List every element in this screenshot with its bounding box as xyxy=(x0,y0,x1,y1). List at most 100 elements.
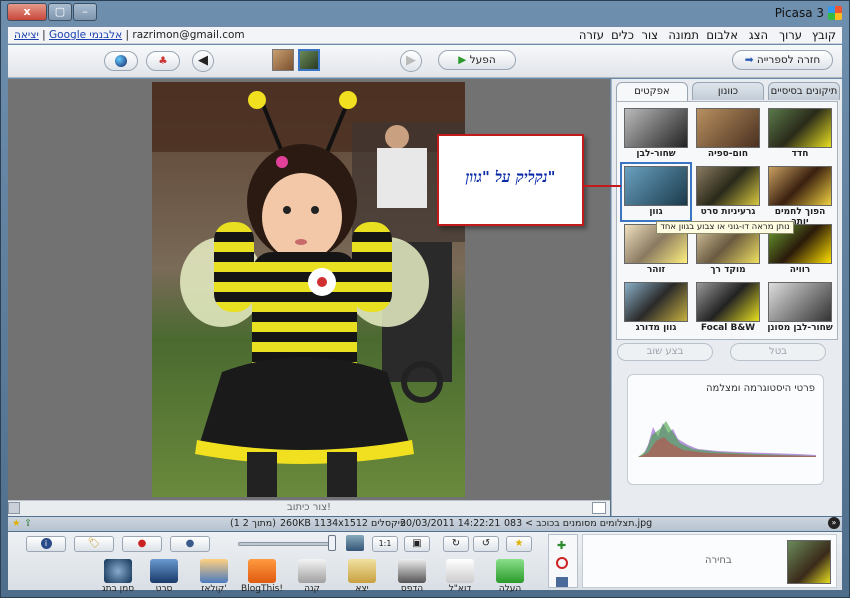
effect-label: זוהר xyxy=(646,265,666,275)
zoom-slider-handle[interactable] xyxy=(328,535,336,551)
friends-button[interactable]: ♣ xyxy=(146,51,180,71)
undo-effect-button[interactable]: בטל xyxy=(730,343,826,361)
print-icon xyxy=(398,559,426,583)
tool-label: הדפס xyxy=(400,584,424,594)
effect-thumbnail xyxy=(768,282,832,322)
google-albums-link[interactable]: Google אלבנמי xyxy=(49,29,122,41)
minimize-window-button[interactable]: – xyxy=(73,3,97,21)
tool-blogger-button[interactable]: BlogThis! xyxy=(240,559,284,594)
info-button[interactable]: i xyxy=(26,536,66,552)
map-pin-icon: ● xyxy=(137,538,147,549)
arrow-right-blue-icon: ➡ xyxy=(744,54,754,66)
tool-upload-button[interactable]: העלה xyxy=(488,559,532,594)
globe-button[interactable] xyxy=(104,51,138,71)
effect-label: מוקד רך xyxy=(710,265,746,275)
tool-movie-button[interactable]: סרט xyxy=(142,559,186,594)
tool-email-button[interactable]: דוא"ל xyxy=(438,559,482,594)
places-button[interactable]: ● xyxy=(122,536,162,552)
fit-button[interactable]: ▣ xyxy=(404,536,430,552)
tool-geotag-button[interactable]: סמן בתג xyxy=(96,559,140,594)
actual-size-button[interactable]: 1:1 xyxy=(372,536,398,552)
histogram-chart xyxy=(638,421,816,457)
rotate-left-button[interactable]: ↺ xyxy=(473,536,499,552)
close-window-button[interactable]: x xyxy=(7,3,47,21)
effect-bw[interactable]: שחור-לבן xyxy=(622,106,690,162)
menu-image[interactable]: תמונה xyxy=(668,28,699,42)
effect-focalbw[interactable]: Focal B&W xyxy=(694,280,762,336)
tab-basic-fixes[interactable]: תיקונים בסיסיים xyxy=(768,82,840,100)
effect-gradtint[interactable]: גוון מדורג xyxy=(622,280,690,336)
play-icon: ▶ xyxy=(458,54,467,66)
picasa-logo-icon xyxy=(828,6,842,20)
status-bar: ★ ⇪ (1 מתוך 2) 260KB 1134x1512 פיקסלים 2… xyxy=(8,517,842,531)
maximize-window-button[interactable]: ▢ xyxy=(48,3,72,21)
play-slideshow-button[interactable]: ▶ הפעל xyxy=(438,50,516,70)
status-datetime: 20/03/2011 14:22:21 xyxy=(400,518,501,529)
thumbnail-current[interactable] xyxy=(298,49,320,71)
tool-label: סמן בתג xyxy=(101,584,135,594)
effect-sharpen[interactable]: חדד xyxy=(766,106,834,162)
tool-label: קולאז' xyxy=(201,584,227,594)
person-icon: ● xyxy=(185,538,195,549)
tool-collage-button[interactable]: קולאז' xyxy=(192,559,236,594)
export-icon xyxy=(348,559,376,583)
tool-print-button[interactable]: הדפס xyxy=(390,559,434,594)
selection-thumbnail[interactable] xyxy=(787,540,831,584)
tags-button[interactable]: 🏷 xyxy=(74,536,114,552)
effect-thumbnail xyxy=(768,108,832,148)
star-outline-icon: ★ xyxy=(514,538,524,549)
expand-tray-icon[interactable]: » xyxy=(828,517,840,529)
separator: | xyxy=(42,29,50,41)
tool-export-button[interactable]: יצא xyxy=(340,559,384,594)
main-photo[interactable] xyxy=(152,82,465,497)
selection-controls: ✚ xyxy=(548,534,578,588)
zoom-slider[interactable] xyxy=(238,542,336,546)
caption-input[interactable]: צור כיתוב! xyxy=(8,502,610,513)
menu-edit[interactable]: ערוך xyxy=(779,28,802,42)
previous-photo-button[interactable]: ◀ xyxy=(192,50,214,72)
menu-file[interactable]: קובץ xyxy=(812,28,836,42)
exit-link[interactable]: יציאה xyxy=(14,29,39,41)
email-icon xyxy=(446,559,474,583)
effect-grain[interactable]: גרעיניות סרט xyxy=(694,164,762,220)
menu-tools[interactable]: כלים xyxy=(611,28,634,42)
people-button[interactable]: ● xyxy=(170,536,210,552)
menu-album[interactable]: אלבום xyxy=(706,28,738,42)
effect-thumbnail xyxy=(696,166,760,206)
status-path: תצלומים מסומנים בכוכב > 083.jpg xyxy=(504,518,653,529)
tab-tuning[interactable]: כוונון xyxy=(692,82,764,100)
effect-tint[interactable]: גוון xyxy=(620,162,692,222)
thumbnail-prev[interactable] xyxy=(272,49,294,71)
pin-icon[interactable]: ✚ xyxy=(557,539,566,552)
menu-create[interactable]: צור xyxy=(642,28,658,42)
zoom-image-icon[interactable] xyxy=(346,535,364,551)
globe-icon xyxy=(115,55,127,67)
tool-shop-button[interactable]: קנה xyxy=(290,559,334,594)
tab-effects[interactable]: אפקטים xyxy=(616,82,688,102)
play-label: הפעל xyxy=(469,54,496,66)
menu-help[interactable]: עזרה xyxy=(579,28,604,42)
back-to-library-button[interactable]: ➡ חזרה לספרייה xyxy=(732,50,833,70)
shop-icon xyxy=(298,559,326,583)
star-button[interactable]: ★ xyxy=(506,536,532,552)
status-count: (1 מתוך 2) xyxy=(230,518,276,529)
clear-selection-icon[interactable] xyxy=(556,557,568,569)
next-photo-button[interactable]: ▶ xyxy=(400,50,422,72)
add-to-album-icon[interactable] xyxy=(556,577,568,587)
effect-label: שחור-לבן מסונן xyxy=(767,323,833,333)
menu-view[interactable]: הצג xyxy=(749,28,768,42)
effect-warm[interactable]: הפוך לחמים יותר xyxy=(766,164,834,227)
caption-text-icon[interactable] xyxy=(592,502,606,514)
toolbar: ♣ ◀ ▶ ▶ הפעל ➡ חזרה לספרייה xyxy=(8,45,842,78)
tag-icon: 🏷 xyxy=(87,538,101,549)
redo-effect-button[interactable]: בצע שוב xyxy=(617,343,713,361)
geotag-icon xyxy=(104,559,132,583)
user-email: razrimon@gmail.com xyxy=(132,29,245,41)
tool-label: יצא xyxy=(355,584,369,594)
effect-thumbnail xyxy=(768,166,832,206)
effect-label: רוויה xyxy=(789,265,811,275)
effect-label: גוון xyxy=(649,207,663,217)
effect-sepia[interactable]: חום-ספיה xyxy=(694,106,762,162)
effect-bwfilter[interactable]: שחור-לבן מסונן xyxy=(766,280,834,336)
rotate-right-button[interactable]: ↻ xyxy=(443,536,469,552)
